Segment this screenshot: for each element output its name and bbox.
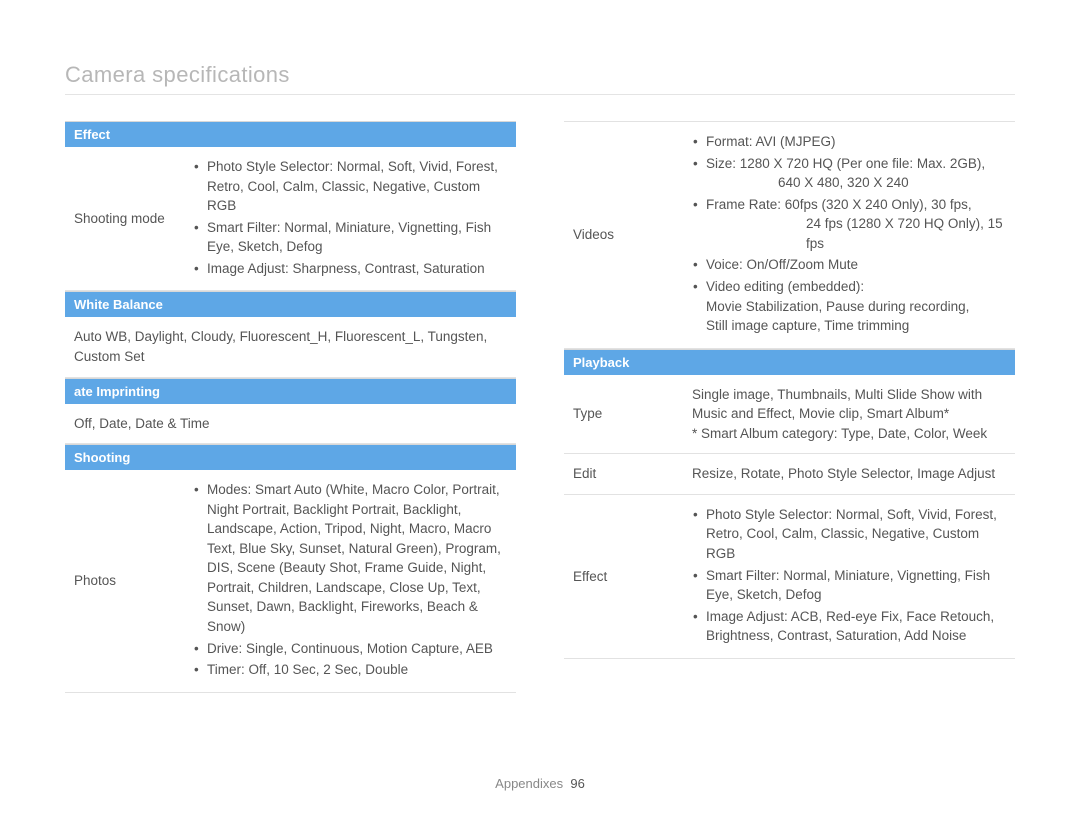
list-item: Image Adjust: Sharpness, Contrast, Satur… — [193, 259, 510, 279]
row-date-imprinting: Off, Date, Date & Time — [65, 404, 516, 445]
cell-value: Auto WB, Daylight, Cloudy, Fluorescent_H… — [65, 317, 516, 376]
footer-page-number: 96 — [570, 776, 584, 791]
list-item: Photo Style Selector: Normal, Soft, Vivi… — [692, 505, 1009, 564]
page-title: Camera specifications — [65, 62, 1015, 95]
cell-label: Edit — [564, 454, 692, 494]
content-columns: Effect Shooting mode Photo Style Selecto… — [65, 121, 1015, 693]
cell-value: Modes: Smart Auto (White, Macro Color, P… — [193, 470, 516, 692]
row-shooting-photos: Photos Modes: Smart Auto (White, Macro C… — [65, 470, 516, 693]
cell-label: Photos — [65, 470, 193, 692]
section-header-white-balance: White Balance — [65, 291, 516, 317]
list-item: Video editing (embedded): Movie Stabiliz… — [692, 277, 1009, 336]
list-item: Modes: Smart Auto (White, Macro Color, P… — [193, 480, 510, 637]
row-playback-effect: Effect Photo Style Selector: Normal, Sof… — [564, 495, 1015, 659]
section-header-date-imprinting: ate Imprinting — [65, 378, 516, 404]
list-item: Voice: On/Off/Zoom Mute — [692, 255, 1009, 275]
row-white-balance: Auto WB, Daylight, Cloudy, Fluorescent_H… — [65, 317, 516, 377]
cell-value: Photo Style Selector: Normal, Soft, Vivi… — [692, 495, 1015, 658]
bullet-text: Size: 1280 X 720 HQ (Per one file: Max. … — [706, 156, 985, 171]
bullet-sub: Movie Stabilization, Pause during record… — [706, 297, 1009, 317]
right-column: Videos Format: AVI (MJPEG) Size: 1280 X … — [564, 121, 1015, 693]
bullet-text: Frame Rate: 60fps (320 X 240 Only), 30 f… — [706, 197, 972, 212]
cell-value: Format: AVI (MJPEG) Size: 1280 X 720 HQ … — [692, 122, 1015, 348]
page-footer: Appendixes 96 — [0, 776, 1080, 791]
row-playback-type: Type Single image, Thumbnails, Multi Sli… — [564, 375, 1015, 455]
list-item: Photo Style Selector: Normal, Soft, Vivi… — [193, 157, 510, 216]
footer-label: Appendixes — [495, 776, 563, 791]
list-item: Format: AVI (MJPEG) — [692, 132, 1009, 152]
cell-value: Off, Date, Date & Time — [65, 404, 516, 444]
cell-value: Single image, Thumbnails, Multi Slide Sh… — [692, 375, 1015, 454]
section-header-shooting: Shooting — [65, 444, 516, 470]
section-header-playback: Playback — [564, 349, 1015, 375]
bullet-sub: 24 fps (1280 X 720 HQ Only), 15 fps — [706, 214, 1009, 253]
list-item: Drive: Single, Continuous, Motion Captur… — [193, 639, 510, 659]
left-column: Effect Shooting mode Photo Style Selecto… — [65, 121, 516, 693]
bullet-text: Video editing (embedded): — [706, 279, 864, 294]
list-item: Smart Filter: Normal, Miniature, Vignett… — [692, 566, 1009, 605]
list-item: Smart Filter: Normal, Miniature, Vignett… — [193, 218, 510, 257]
bullet-sub: Still image capture, Time trimming — [706, 316, 1009, 336]
cell-label: Shooting mode — [65, 147, 193, 290]
cell-value: Resize, Rotate, Photo Style Selector, Im… — [692, 454, 1015, 494]
row-playback-edit: Edit Resize, Rotate, Photo Style Selecto… — [564, 454, 1015, 495]
list-item: Size: 1280 X 720 HQ (Per one file: Max. … — [692, 154, 1009, 193]
row-videos: Videos Format: AVI (MJPEG) Size: 1280 X … — [564, 121, 1015, 349]
row-effect-shooting-mode: Shooting mode Photo Style Selector: Norm… — [65, 147, 516, 291]
cell-label: Type — [564, 375, 692, 454]
list-item: Image Adjust: ACB, Red-eye Fix, Face Ret… — [692, 607, 1009, 646]
bullet-sub: 640 X 480, 320 X 240 — [706, 173, 1009, 193]
list-item: Frame Rate: 60fps (320 X 240 Only), 30 f… — [692, 195, 1009, 254]
section-header-effect: Effect — [65, 121, 516, 147]
list-item: Timer: Off, 10 Sec, 2 Sec, Double — [193, 660, 510, 680]
cell-value: Photo Style Selector: Normal, Soft, Vivi… — [193, 147, 516, 290]
cell-label: Effect — [564, 495, 692, 658]
cell-label: Videos — [564, 122, 692, 348]
